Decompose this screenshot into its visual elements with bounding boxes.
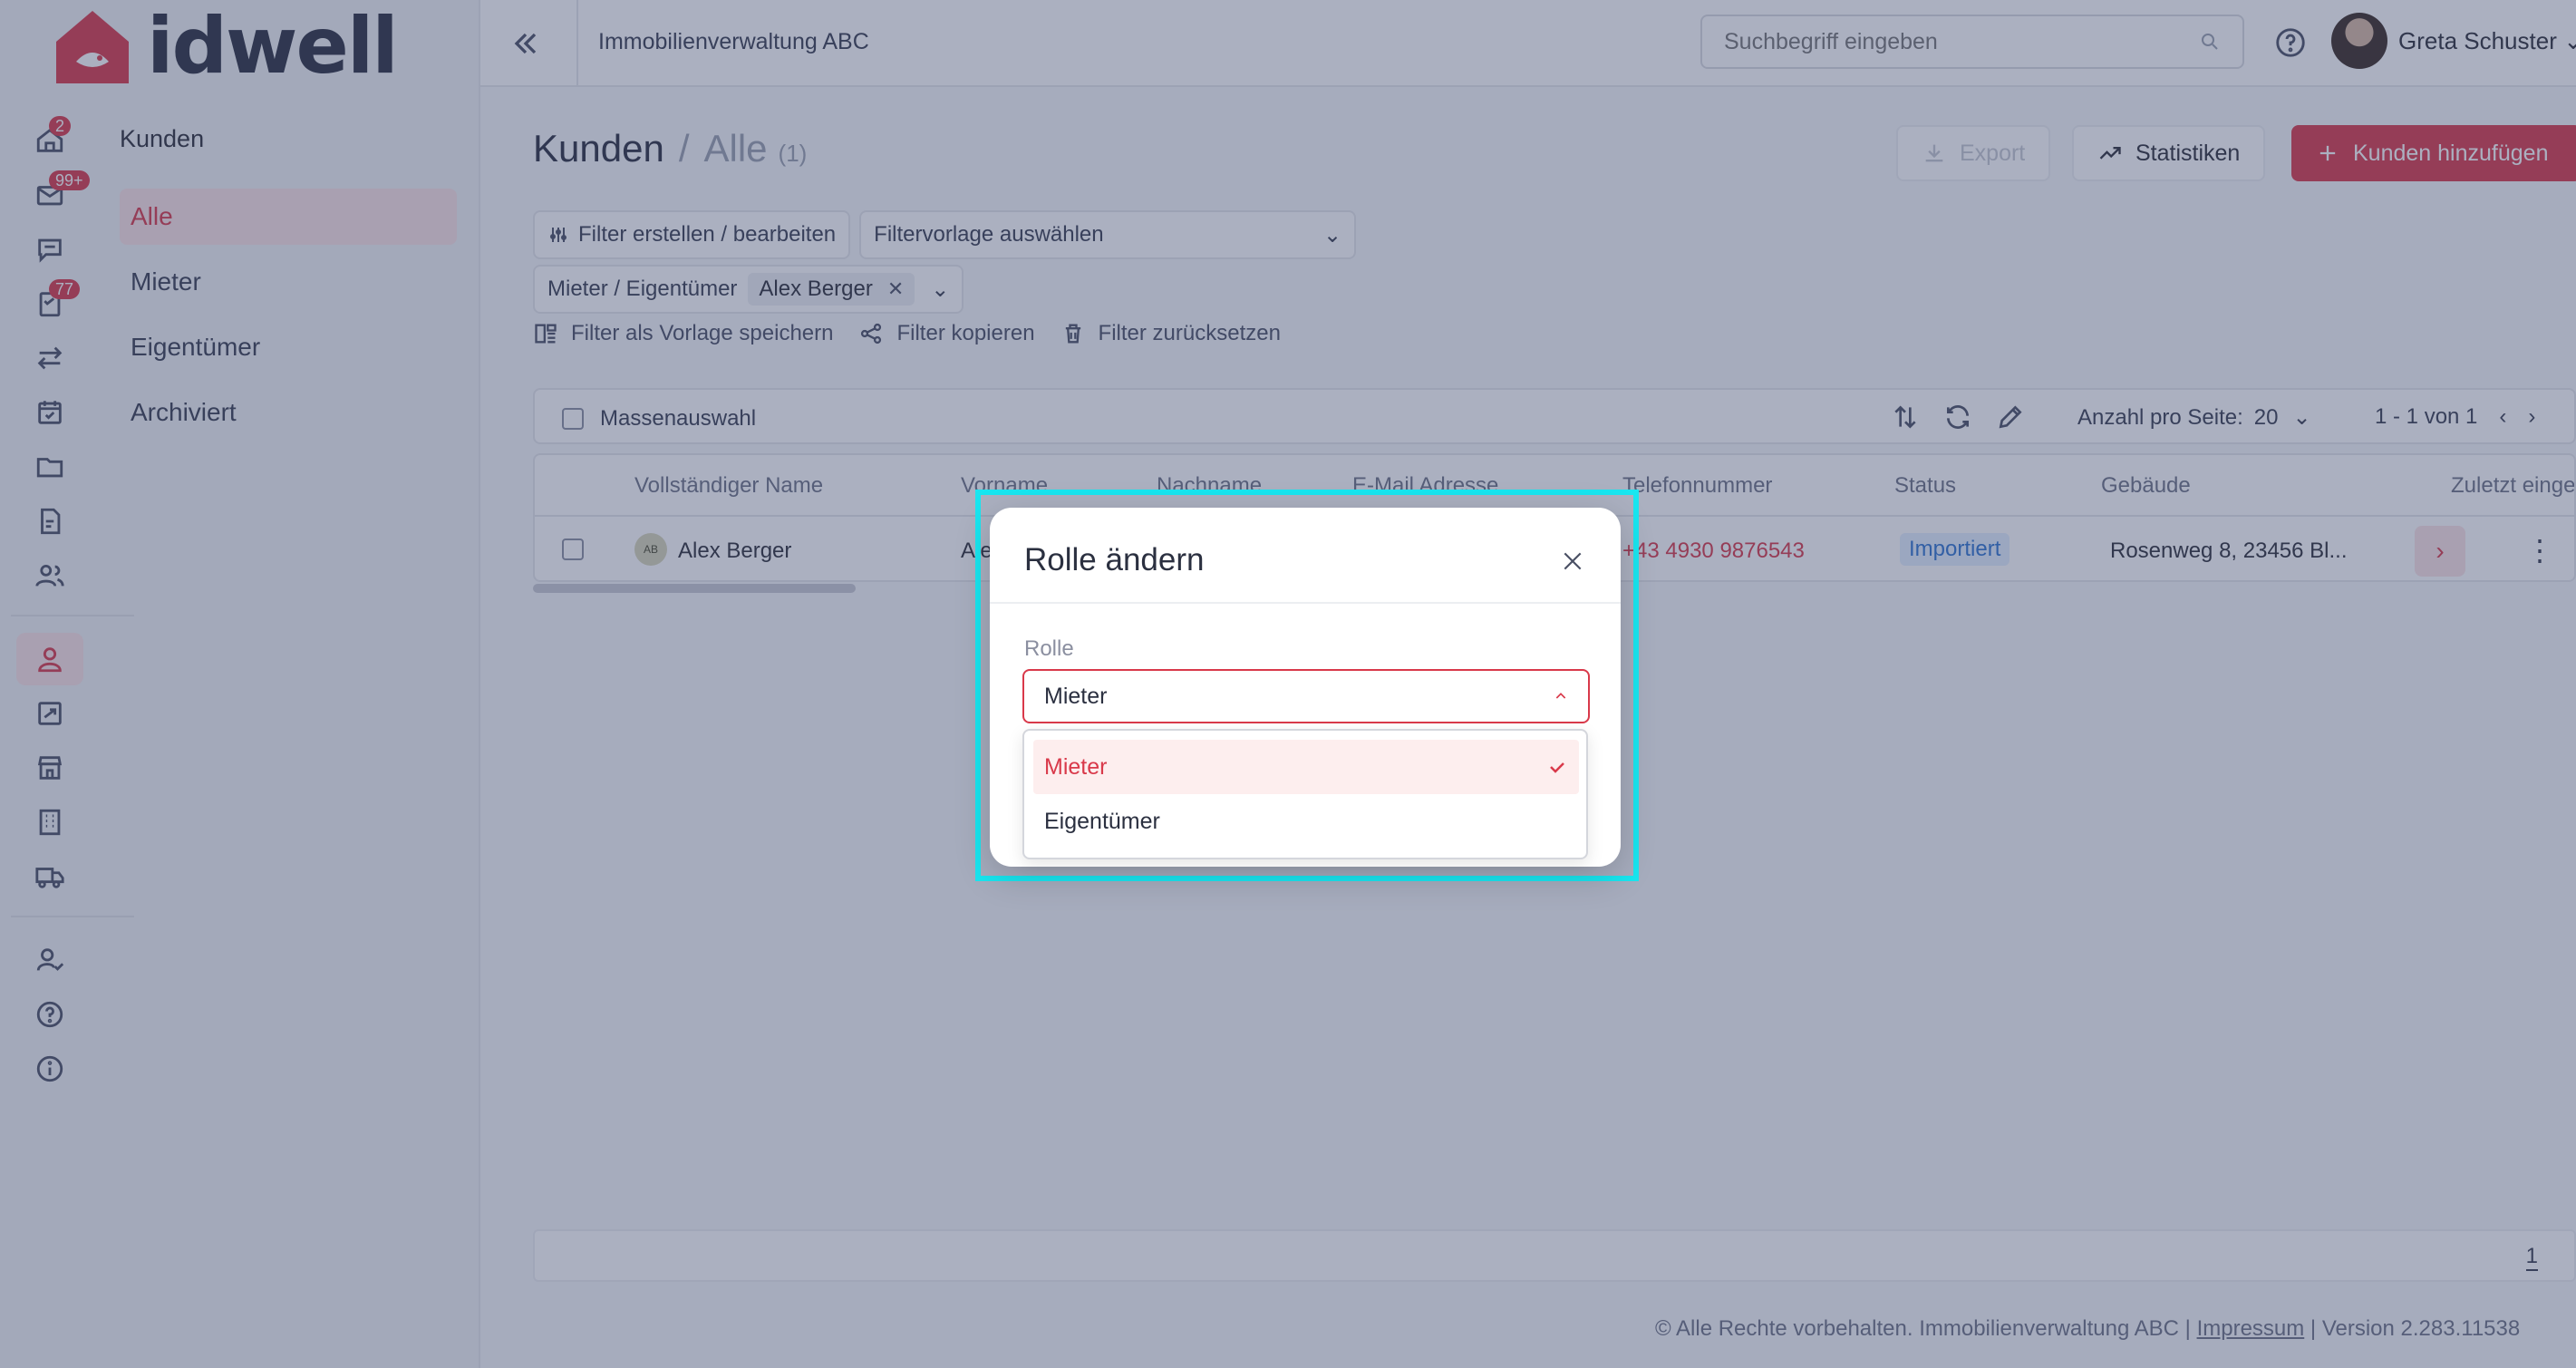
dialog-title: Rolle ändern: [1024, 542, 1205, 577]
app-root: idwell 2 99+ 77 Kunden Alle Mieter Eigen…: [0, 0, 2576, 1368]
role-dropdown: Mieter Eigentümer: [1022, 729, 1588, 859]
option-label: Mieter: [1044, 753, 1108, 780]
dialog-header: Rolle ändern: [990, 508, 1621, 604]
close-icon[interactable]: [1561, 549, 1584, 573]
role-field-label: Rolle: [1024, 636, 1074, 661]
role-option-mieter[interactable]: Mieter: [1033, 740, 1579, 794]
role-select-value: Mieter: [1044, 683, 1108, 709]
role-option-eigentuemer[interactable]: Eigentümer: [1033, 794, 1579, 849]
option-label: Eigentümer: [1044, 808, 1160, 834]
role-select[interactable]: Mieter: [1022, 669, 1590, 723]
check-icon: [1550, 762, 1564, 773]
chevron-up-icon: [1555, 693, 1566, 699]
change-role-dialog: Rolle ändern Rolle Mieter Mieter Eigentü…: [990, 508, 1621, 867]
